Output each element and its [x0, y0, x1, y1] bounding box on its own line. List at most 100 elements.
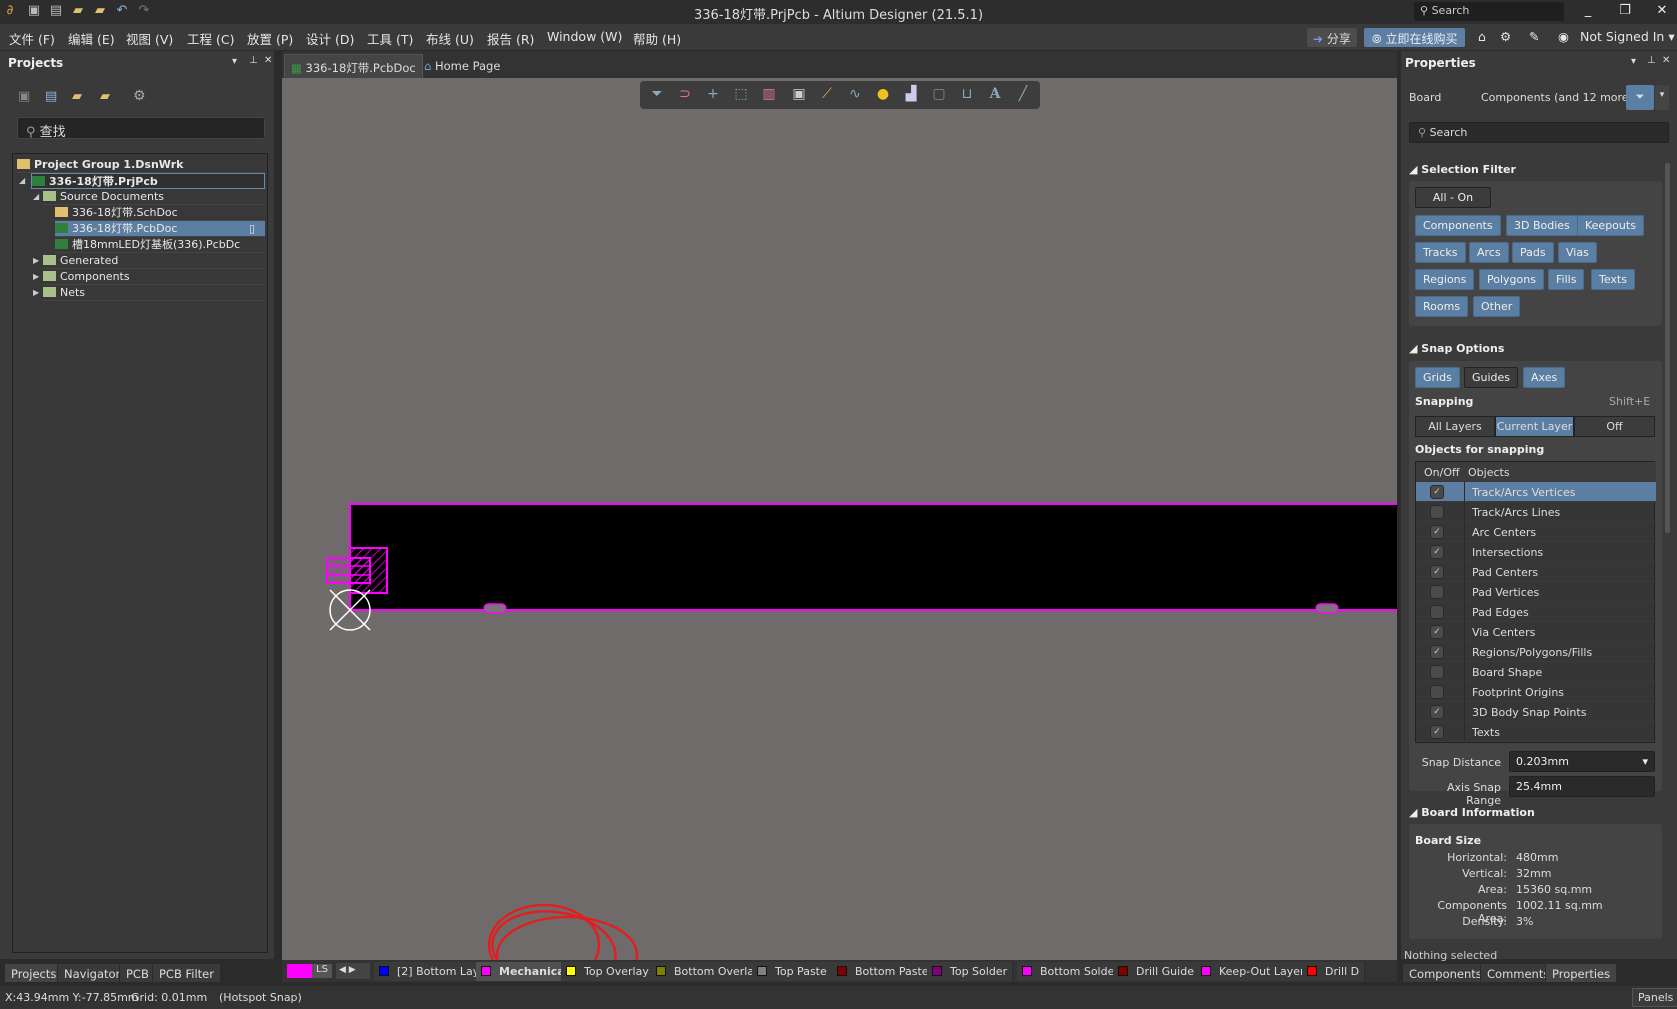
tab-pcbdoc[interactable]: ▦ 336-18灯带.PcbDoc	[284, 54, 423, 78]
close-button[interactable]: ✕	[1652, 3, 1672, 18]
checkbox[interactable]	[1430, 665, 1444, 679]
layer-set-button[interactable]: LS	[312, 964, 332, 978]
filter-polygons[interactable]: Polygons	[1479, 269, 1544, 290]
menu-help[interactable]: 帮助 (H)	[633, 29, 681, 48]
checkbox[interactable]: ✓	[1430, 485, 1444, 499]
snapping-off[interactable]: Off	[1574, 416, 1655, 437]
filter-regions[interactable]: Regions	[1415, 269, 1475, 290]
gear-icon[interactable]: ⚙	[1500, 29, 1511, 44]
snap-object-row[interactable]: Footprint Origins	[1416, 682, 1656, 702]
snap-options-header[interactable]: ◢ Snap Options	[1409, 342, 1504, 355]
folder-search-icon[interactable]: ▰	[72, 89, 82, 104]
component-icon[interactable]: ▣	[790, 86, 808, 104]
panel-menu-icon[interactable]: ▾	[232, 56, 237, 67]
bottom-tab-navigator[interactable]: Navigator	[57, 963, 128, 983]
bottom-tab-pcb[interactable]: PCB	[119, 963, 156, 983]
filter-keepouts[interactable]: Keepouts	[1577, 215, 1644, 236]
checkbox[interactable]	[1430, 505, 1444, 519]
collapse-arrow-icon[interactable]: ▶	[33, 256, 39, 265]
line-icon[interactable]: ╱	[1014, 86, 1032, 104]
snap-object-row[interactable]: ✓ Arc Centers	[1416, 522, 1656, 542]
filter-icon[interactable]: ⏷	[648, 86, 666, 104]
menu-window[interactable]: Window (W)	[547, 29, 622, 44]
checkbox[interactable]	[1430, 585, 1444, 599]
dimension-icon[interactable]: ⊔	[958, 86, 976, 104]
snap-object-row[interactable]: ✓ Texts	[1416, 722, 1656, 742]
cross-icon[interactable]: +	[704, 86, 722, 104]
global-search[interactable]: ⚲ Search	[1414, 2, 1564, 21]
minimize-button[interactable]: _	[1578, 3, 1598, 18]
snap-object-row[interactable]: ✓ Regions/Polygons/Fills	[1416, 642, 1656, 662]
filter-vias[interactable]: Vias	[1558, 242, 1597, 263]
menu-file[interactable]: 文件 (F)	[9, 29, 55, 48]
menu-design[interactable]: 设计 (D)	[306, 29, 354, 48]
snap-object-row[interactable]: ✓ 3D Body Snap Points	[1416, 702, 1656, 722]
snapping-all-layers[interactable]: All Layers	[1415, 416, 1495, 437]
menu-tools[interactable]: 工具 (T)	[367, 29, 413, 48]
checkbox[interactable]: ✓	[1430, 705, 1444, 719]
snap-object-row[interactable]: Track/Arcs Lines	[1416, 502, 1656, 522]
pin-icon[interactable]: ⊥	[1647, 55, 1656, 66]
share-button[interactable]: ➜ 分享	[1307, 28, 1357, 47]
filter-dropdown[interactable]: ▾	[1655, 85, 1669, 110]
menu-project[interactable]: 工程 (C)	[187, 29, 234, 48]
menu-reports[interactable]: 报告 (R)	[487, 29, 534, 48]
tree-item-nets[interactable]: Nets	[43, 285, 265, 301]
checkbox[interactable]: ✓	[1430, 545, 1444, 559]
documents-icon[interactable]: ▤	[45, 89, 57, 104]
tree-item-generated[interactable]: Generated	[43, 253, 265, 269]
bottom-tab-projects[interactable]: Projects	[4, 963, 64, 983]
filter-fills[interactable]: Fills	[1548, 269, 1585, 290]
snap-object-row[interactable]: ✓ Via Centers	[1416, 622, 1656, 642]
home-icon[interactable]: ⌂	[1478, 29, 1486, 44]
menu-view[interactable]: 视图 (V)	[126, 29, 173, 48]
close-panel-icon[interactable]: ✕	[264, 55, 272, 66]
filter-rooms[interactable]: Rooms	[1415, 296, 1469, 317]
all-on-button[interactable]: All - On	[1415, 187, 1491, 208]
menu-edit[interactable]: 编辑 (E)	[68, 29, 115, 48]
pcb-canvas[interactable]	[282, 78, 1401, 995]
checkbox[interactable]: ✓	[1430, 625, 1444, 639]
tree-item-project[interactable]: 336-18灯带.PrjPcb	[31, 173, 265, 189]
layer-tab[interactable]: Top Paste	[752, 962, 833, 981]
save-icon[interactable]: ▣	[18, 89, 30, 104]
filter-3d-bodies[interactable]: 3D Bodies	[1506, 215, 1578, 236]
layer-scroll-buttons[interactable]: ◀ ▶	[336, 963, 370, 979]
notifications-icon[interactable]: ✎	[1529, 29, 1539, 44]
filter-tracks[interactable]: Tracks	[1415, 242, 1466, 263]
menu-place[interactable]: 放置 (P)	[247, 29, 293, 48]
snap-grids-toggle[interactable]: Grids	[1415, 367, 1460, 388]
snap-object-row[interactable]: Pad Vertices	[1416, 582, 1656, 602]
snap-guides-toggle[interactable]: Guides	[1464, 367, 1519, 388]
align-icon[interactable]: ▥	[760, 86, 778, 104]
layer-tab[interactable]: Top Overlay	[561, 962, 655, 981]
board-information-header[interactable]: ◢ Board Information	[1409, 806, 1535, 819]
panel-menu-icon[interactable]: ▾	[1631, 56, 1636, 67]
filter-components[interactable]: Components	[1415, 215, 1501, 236]
expand-arrow-icon[interactable]: ◢	[19, 176, 25, 185]
checkbox[interactable]	[1430, 605, 1444, 619]
folder-settings-icon[interactable]: ▰	[100, 89, 110, 104]
layer-tab[interactable]: Bottom Overlay	[651, 962, 767, 981]
close-panel-icon[interactable]: ✕	[1662, 55, 1670, 66]
layer-tab[interactable]: Bottom Paste	[832, 962, 935, 981]
slot-hole[interactable]	[483, 603, 507, 614]
interactive-routing-icon[interactable]: ⊃	[676, 86, 694, 104]
filter-texts[interactable]: Texts	[1591, 269, 1635, 290]
checkbox[interactable]: ✓	[1430, 645, 1444, 659]
restore-button[interactable]: ❐	[1615, 3, 1635, 18]
slot-hole[interactable]	[1315, 603, 1339, 614]
snap-object-row[interactable]: Pad Edges	[1416, 602, 1656, 622]
tree-item-source-documents[interactable]: Source Documents	[43, 189, 265, 205]
project-search-input[interactable]: ⚲ 查找	[17, 117, 265, 140]
buy-online-button[interactable]: ⦾ 立即在线购买	[1364, 28, 1466, 47]
tree-item-pcbdoc-selected[interactable]: 336-18灯带.PcbDoc ▯	[55, 221, 265, 237]
checkbox[interactable]: ✓	[1430, 525, 1444, 539]
layer-tab[interactable]: Drill Guide	[1113, 962, 1200, 981]
checkbox[interactable]: ✓	[1430, 565, 1444, 579]
pin-icon[interactable]: ⊥	[249, 55, 258, 66]
text-icon[interactable]: A	[986, 86, 1004, 104]
bottom-tab-pcb-filter[interactable]: PCB Filter	[152, 963, 221, 983]
bottom-tab-properties[interactable]: Properties	[1545, 963, 1618, 983]
filter-button[interactable]: ⏷	[1626, 85, 1654, 110]
